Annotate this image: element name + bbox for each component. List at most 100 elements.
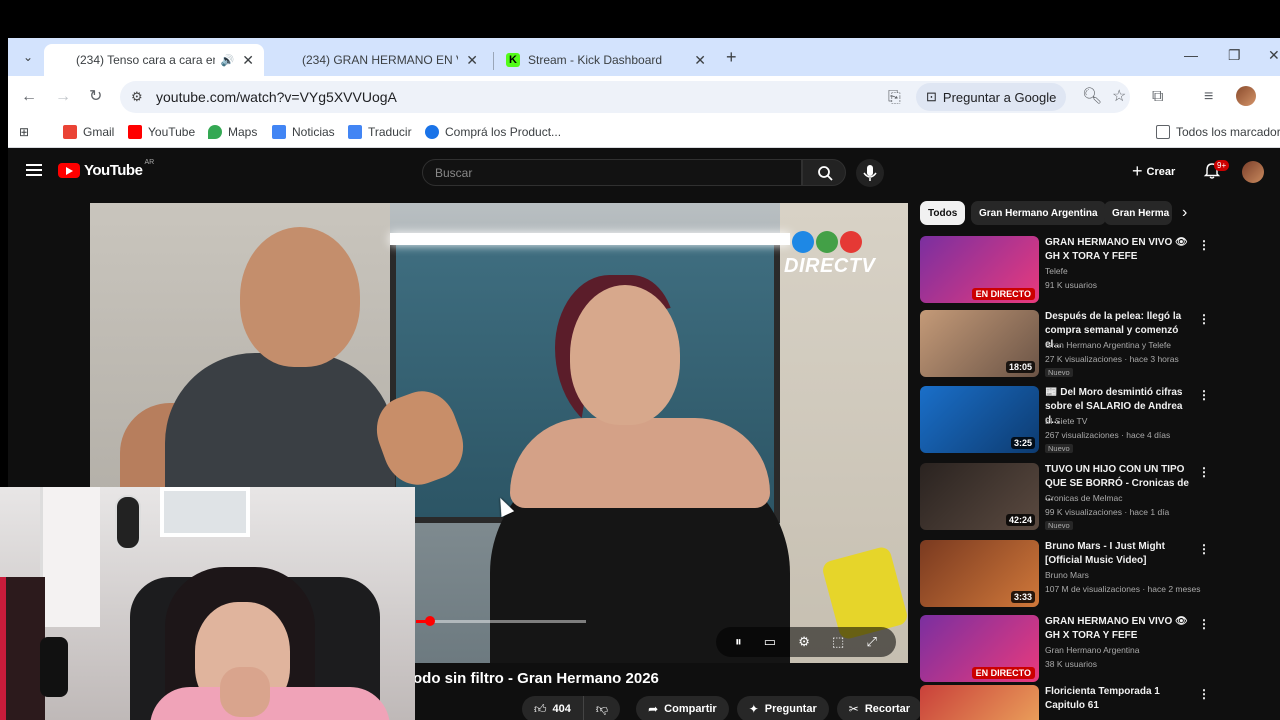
progress-scrubber[interactable] — [425, 616, 435, 626]
search-input[interactable] — [423, 160, 801, 185]
clip-label: Recortar — [864, 703, 911, 715]
progress-bar[interactable] — [416, 620, 586, 623]
subtitles-icon[interactable]: ▭ — [764, 634, 776, 650]
bookmark-traducir[interactable]: Traducir — [348, 125, 412, 139]
channel-name[interactable]: Bruno Mars — [1045, 570, 1089, 580]
recommendation-item[interactable]: 18:05 Después de la pelea: llegó la compr… — [920, 310, 1270, 380]
chip-gran-hermano[interactable]: Gran Herma — [1104, 201, 1172, 225]
kebab-menu-icon[interactable]: ⋮ — [1198, 238, 1210, 252]
channel-name[interactable]: Gran Hermano Argentina y Telefe — [1045, 340, 1171, 350]
store-icon — [425, 125, 439, 139]
kebab-menu-icon[interactable]: ⋮ — [1198, 388, 1210, 402]
video-title: odo sin filtro - Gran Hermano 2026 — [413, 670, 659, 687]
tab-title: Stream - Kick Dashboard — [528, 53, 663, 67]
video-thumbnail[interactable]: 3:33 — [920, 540, 1039, 607]
search-button[interactable] — [802, 159, 846, 186]
bookmark-compra[interactable]: Comprá los Product... — [425, 125, 561, 139]
settings-gear-icon[interactable]: ⚙ — [798, 634, 810, 650]
clip-button[interactable]: ✂ Recortar — [836, 696, 923, 720]
bookmark-star-icon[interactable]: ☆ — [1112, 87, 1126, 107]
news-icon — [272, 125, 286, 139]
video-thumbnail[interactable]: 18:05 — [920, 310, 1039, 377]
zoom-icon[interactable]: 🔍︎ — [1082, 87, 1102, 107]
video-thumbnail[interactable] — [920, 685, 1039, 720]
channel-name[interactable]: Cronicas de Melmac — [1045, 493, 1122, 503]
channel-name[interactable]: Gran Hermano Argentina — [1045, 645, 1140, 655]
ask-google-button[interactable]: ⊡ Preguntar a Google — [916, 83, 1067, 111]
region-code: AR — [144, 159, 155, 166]
url-text[interactable]: youtube.com/watch?v=VYg5XVVUogA — [156, 89, 397, 105]
webcam-window — [160, 487, 250, 537]
tab-close-icon[interactable]: ✕ — [694, 52, 706, 69]
chevron-right-icon[interactable]: › — [1182, 204, 1187, 222]
recommendation-item[interactable]: 3:33 Bruno Mars - I Just Might [Official … — [920, 540, 1270, 610]
chip-gran-hermano-argentina[interactable]: Gran Hermano Argentina — [971, 201, 1106, 225]
recommendation-item[interactable]: 42:24 TUVO UN HIJO CON UN TIPO QUE SE BOR… — [920, 463, 1270, 533]
recommendation-item[interactable]: EN DIRECTO GRAN HERMANO EN VIVO 👁 GH X TO… — [920, 615, 1270, 685]
create-button[interactable]: + Crear — [1132, 161, 1175, 182]
kebab-menu-icon[interactable]: ⋮ — [1198, 542, 1210, 556]
recommendation-title[interactable]: GRAN HERMANO EN VIVO 👁 GH X TORA Y FEFE — [1045, 615, 1195, 643]
voice-search-button[interactable] — [856, 159, 884, 187]
fullscreen-icon[interactable]: ⤢ — [866, 634, 876, 650]
extensions-icon[interactable]: ⧉ — [1152, 87, 1163, 107]
channel-name[interactable]: El Siete TV — [1045, 416, 1087, 426]
recommendation-item[interactable]: EN DIRECTO GRAN HERMANO EN VIVO 👁 GH X TO… — [920, 236, 1270, 306]
apps-grid-icon[interactable]: ⊞ — [19, 125, 29, 139]
tab-youtube-video[interactable]: (234) Tenso cara a cara entre 🔊 ✕ — [44, 44, 264, 215]
recommendation-item[interactable]: 3:25 📰 Del Moro desmintió cifras sobre el… — [920, 386, 1270, 456]
menu-icon[interactable] — [26, 164, 42, 179]
kebab-menu-icon[interactable]: ⋮ — [1198, 617, 1210, 631]
video-person-head — [240, 227, 360, 367]
bookmark-noticias[interactable]: Noticias — [272, 125, 335, 139]
tab-search-icon[interactable]: ⌄ — [18, 47, 38, 67]
bookmark-gmail[interactable]: Gmail — [63, 125, 114, 139]
like-button[interactable]: 👍︎ 404 — [522, 696, 584, 720]
video-thumbnail[interactable]: 42:24 — [920, 463, 1039, 530]
recommendation-title[interactable]: Bruno Mars - I Just Might [Official Musi… — [1045, 540, 1195, 568]
account-avatar[interactable] — [1242, 161, 1264, 183]
tab-gran-hermano[interactable]: (234) GRAN HERMANO EN VIVO ✕ — [270, 44, 488, 215]
bookmark-label: Comprá los Product... — [445, 125, 562, 139]
install-app-icon[interactable]: ⎘ — [888, 88, 901, 108]
minimize-icon[interactable]: — — [1184, 47, 1198, 63]
dislike-button[interactable]: 👎︎ — [583, 696, 621, 720]
chip-todos[interactable]: Todos — [920, 201, 966, 225]
view-meta: 38 K usuarios — [1045, 659, 1097, 669]
recommendation-title[interactable]: Floricienta Temporada 1 Capitulo 61 — [1045, 685, 1195, 713]
tab-kick-dashboard[interactable]: K Stream - Kick Dashboard ✕ — [496, 44, 716, 76]
view-meta: 27 K visualizaciones · hace 3 horas — [1045, 354, 1179, 364]
bookmark-youtube[interactable]: YouTube — [128, 125, 195, 139]
video-thumbnail[interactable]: 3:25 — [920, 386, 1039, 453]
recommendation-title[interactable]: GRAN HERMANO EN VIVO 👁 GH X TORA Y FEFE — [1045, 236, 1195, 264]
video-thumbnail[interactable]: EN DIRECTO — [920, 236, 1039, 303]
profile-avatar[interactable] — [1236, 86, 1256, 106]
site-info-icon[interactable]: ⚙ — [131, 89, 147, 105]
search-box[interactable] — [422, 159, 802, 186]
all-bookmarks[interactable]: Todos los marcadores — [1156, 125, 1280, 139]
theater-mode-icon[interactable]: ⬚ — [832, 634, 844, 650]
recommendation-item[interactable]: Floricienta Temporada 1 Capitulo 61 ⋮ — [920, 685, 1270, 720]
media-control-icon[interactable]: ≡ — [1204, 87, 1213, 107]
speaker-icon[interactable]: 🔊 — [221, 54, 235, 67]
forward-arrow-icon[interactable]: → — [55, 87, 71, 107]
back-arrow-icon[interactable]: ← — [21, 87, 37, 107]
new-tab-icon[interactable]: + — [726, 47, 737, 68]
video-person-shoulders — [510, 418, 770, 508]
channel-name[interactable]: Telefe — [1045, 266, 1068, 276]
reload-icon[interactable]: ↻ — [89, 87, 102, 107]
tab-close-icon[interactable]: ✕ — [242, 52, 254, 69]
kebab-menu-icon[interactable]: ⋮ — [1198, 465, 1210, 479]
window-close-icon[interactable]: ✕ — [1268, 47, 1280, 64]
ask-button[interactable]: ✦ Preguntar — [736, 696, 829, 720]
bookmark-maps[interactable]: Maps — [208, 125, 257, 139]
pause-icon[interactable]: ⏸ — [735, 634, 742, 650]
kebab-menu-icon[interactable]: ⋮ — [1198, 312, 1210, 326]
restore-icon[interactable]: ❐ — [1228, 47, 1241, 64]
video-thumbnail[interactable]: EN DIRECTO — [920, 615, 1039, 682]
address-bar[interactable]: ⚙ youtube.com/watch?v=VYg5XVVUogA ⎘ ⊡ Pr… — [120, 81, 1130, 113]
youtube-logo[interactable]: YouTube AR — [58, 159, 155, 179]
tab-close-icon[interactable]: ✕ — [466, 52, 478, 69]
kebab-menu-icon[interactable]: ⋮ — [1198, 687, 1210, 701]
share-button[interactable]: ➦ Compartir — [636, 696, 729, 720]
